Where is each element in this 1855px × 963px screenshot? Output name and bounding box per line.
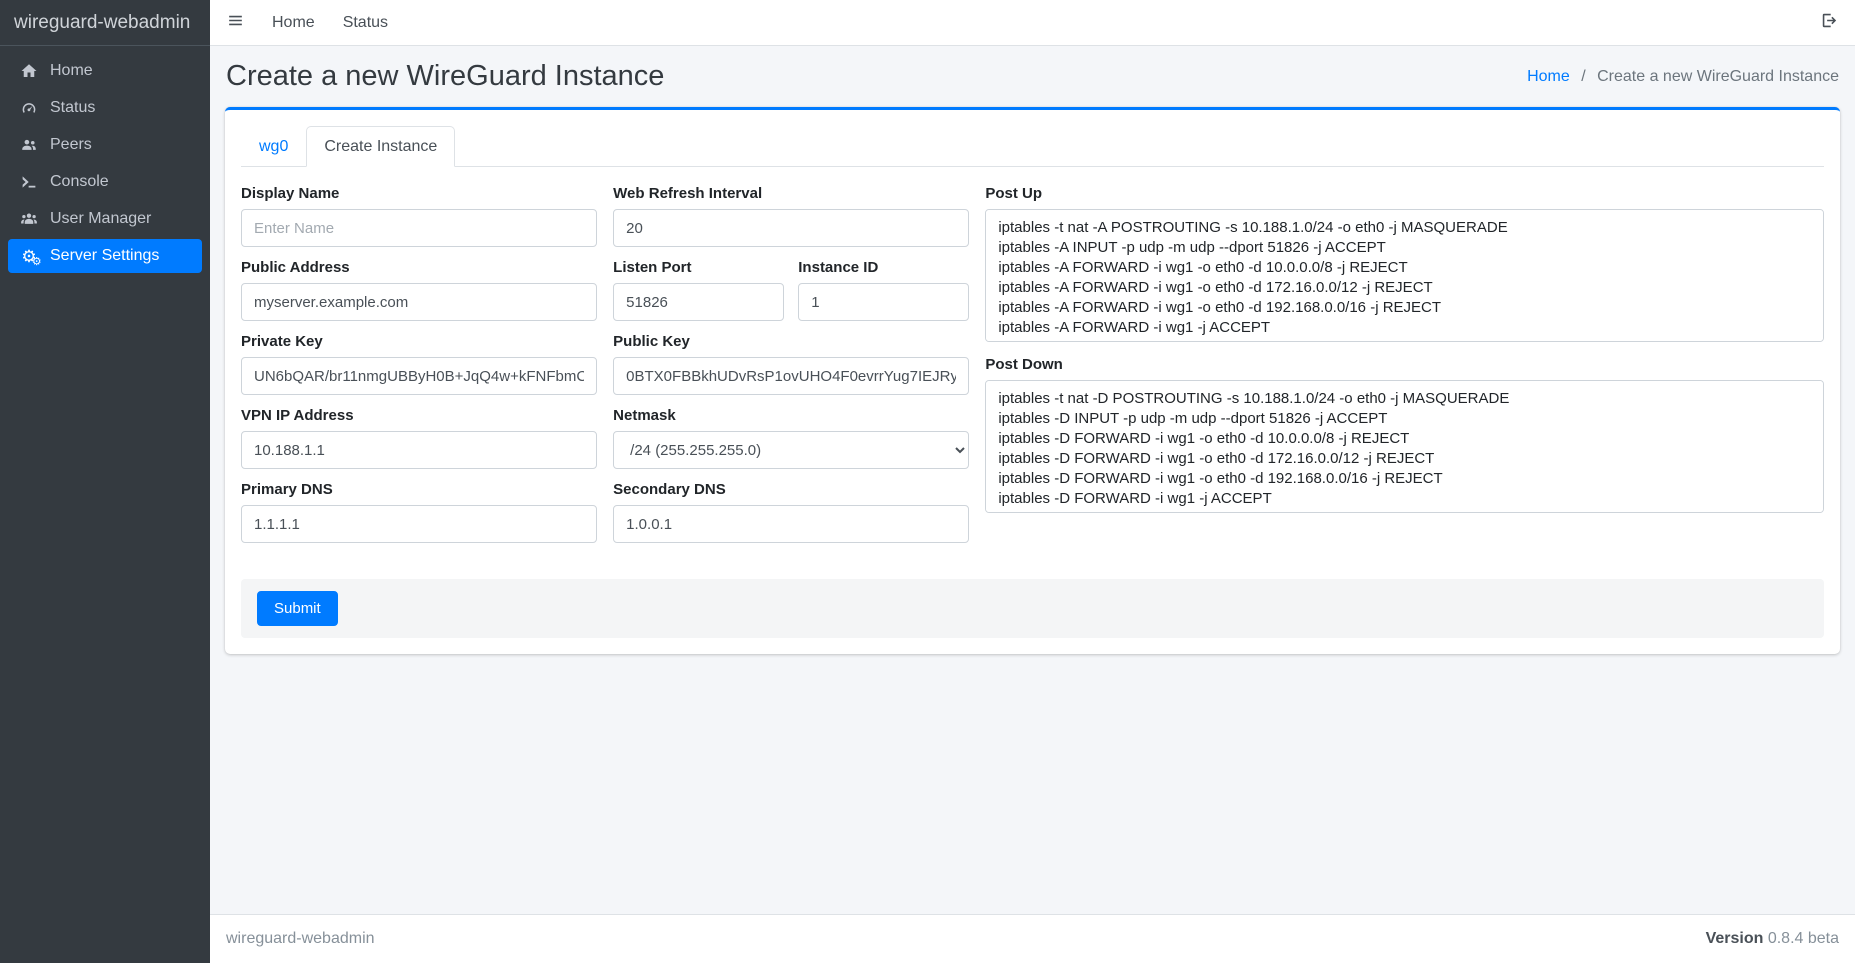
sidebar-item-label: Home [50,62,93,80]
sidebar-item-server-settings[interactable]: ⚙⚙ Server Settings [8,239,202,273]
breadcrumb: Home / Create a new WireGuard Instance [1527,68,1839,86]
breadcrumb-current: Create a new WireGuard Instance [1597,68,1839,85]
instance-tabs: wg0 Create Instance [241,126,1824,167]
user-manager-icon [18,210,40,228]
display-name-input[interactable] [241,209,597,247]
page-footer: wireguard-webadmin Version 0.8.4 beta [210,914,1855,963]
netmask-select[interactable]: /24 (255.255.255.0) [613,431,969,469]
top-navbar: Home Status [210,0,1855,46]
post-up-textarea[interactable]: iptables -t nat -A POSTROUTING -s 10.188… [985,209,1824,342]
sidebar-item-label: Server Settings [50,247,159,265]
web-refresh-interval-input[interactable] [613,209,969,247]
sidebar-item-label: Peers [50,136,92,154]
sidebar-toggle-button[interactable] [226,11,254,35]
secondary-dns-label: Secondary DNS [613,481,969,498]
sidebar-item-label: Console [50,173,109,191]
post-down-label: Post Down [985,356,1824,373]
sidebar-nav: Home Status Peers Console [0,46,210,284]
console-icon [18,173,40,191]
footer-version-value: 0.8.4 beta [1768,930,1839,947]
sidebar-item-peers[interactable]: Peers [8,128,202,162]
public-key-input[interactable] [613,357,969,395]
listen-port-label: Listen Port [613,259,784,276]
primary-dns-label: Primary DNS [241,481,597,498]
app: wireguard-webadmin Home Status Peers [0,0,1855,963]
private-key-label: Private Key [241,333,597,350]
navbar-link-home[interactable]: Home [258,6,329,40]
public-address-input[interactable] [241,283,597,321]
sidebar-item-label: Status [50,99,95,117]
tab-wg0[interactable]: wg0 [241,126,306,167]
peers-icon [18,136,40,154]
sidebar: wireguard-webadmin Home Status Peers [0,0,210,963]
instance-card: wg0 Create Instance Display Name Public … [225,107,1840,654]
logout-button[interactable] [1820,11,1839,35]
navbar-link-status[interactable]: Status [329,6,402,40]
instance-form: Display Name Public Address Private Key [241,167,1824,555]
vpn-ip-label: VPN IP Address [241,407,597,424]
instance-id-label: Instance ID [798,259,969,276]
netmask-label: Netmask [613,407,969,424]
content-wrapper: Create a new WireGuard Instance Home / C… [210,46,1855,914]
listen-port-input[interactable] [613,283,784,321]
instance-id-input[interactable] [798,283,969,321]
brand-label: wireguard-webadmin [14,12,190,34]
content-header: Create a new WireGuard Instance Home / C… [225,60,1840,93]
breadcrumb-separator: / [1581,68,1585,85]
submit-button[interactable]: Submit [257,591,338,626]
sidebar-item-home[interactable]: Home [8,54,202,88]
primary-dns-input[interactable] [241,505,597,543]
breadcrumb-home-link[interactable]: Home [1527,68,1570,85]
display-name-label: Display Name [241,185,597,202]
sidebar-item-console[interactable]: Console [8,165,202,199]
vpn-ip-input[interactable] [241,431,597,469]
footer-version: Version 0.8.4 beta [1706,930,1839,948]
server-settings-icon: ⚙⚙ [18,248,40,265]
logout-icon [1820,11,1839,35]
hamburger-icon [226,11,245,35]
post-up-label: Post Up [985,185,1824,202]
private-key-input[interactable] [241,357,597,395]
brand-link[interactable]: wireguard-webadmin [0,0,210,46]
main-column: Home Status Create a new WireGuard Insta… [210,0,1855,963]
home-icon [18,62,40,80]
public-key-label: Public Key [613,333,969,350]
status-gauge-icon [18,99,40,117]
post-down-textarea[interactable]: iptables -t nat -D POSTROUTING -s 10.188… [985,380,1824,513]
footer-app-name: wireguard-webadmin [226,930,375,948]
secondary-dns-input[interactable] [613,505,969,543]
public-address-label: Public Address [241,259,597,276]
form-footer: Submit [241,579,1824,638]
tab-create-instance[interactable]: Create Instance [306,126,455,167]
page-title: Create a new WireGuard Instance [226,60,664,93]
sidebar-item-user-manager[interactable]: User Manager [8,202,202,236]
sidebar-item-status[interactable]: Status [8,91,202,125]
footer-version-label: Version [1706,930,1764,947]
web-refresh-interval-label: Web Refresh Interval [613,185,969,202]
sidebar-item-label: User Manager [50,210,151,228]
